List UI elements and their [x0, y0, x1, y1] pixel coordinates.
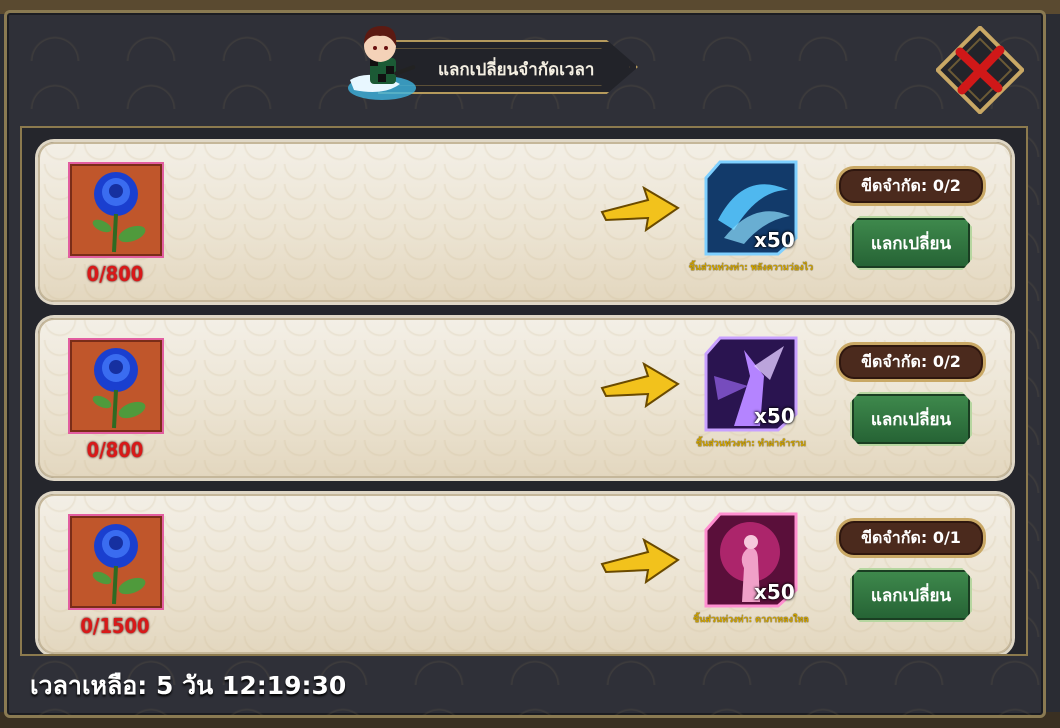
exchange-button[interactable]: แลกเปลี่ยน: [850, 216, 972, 270]
arrow-right-icon: [600, 538, 680, 584]
cost-count: 0/800: [86, 438, 144, 462]
header-title: แลกเปลี่ยนจำกัดเวลา: [438, 60, 595, 80]
exchange-button[interactable]: แลกเปลี่ยน: [850, 568, 972, 622]
exchange-row: 0/800 x50 ชิ้นส่วนท่วงท่า: ทำผ่าคำราม ขี…: [38, 318, 1012, 478]
exchange-row: 0/800 x50 ชิ้นส่วนท่วงท่า: พลังความว่องไ…: [38, 142, 1012, 302]
arrow-right-icon: [600, 186, 680, 232]
cost-count: 0/1500: [80, 614, 150, 638]
time-remaining: เวลาเหลือ: 5 วัน 12:19:30: [30, 671, 347, 700]
blue-rose-icon: [68, 514, 164, 610]
character-chibi-icon: [348, 26, 416, 100]
exchange-button[interactable]: แลกเปลี่ยน: [850, 392, 972, 446]
header: แลกเปลี่ยนจำกัดเวลา: [340, 26, 656, 100]
arrow-right-icon: [600, 362, 680, 408]
reward-quantity: x50: [754, 404, 795, 428]
reward-name: ชิ้นส่วนท่วงท่า: พลังความว่องไว: [688, 263, 814, 273]
exchange-list[interactable]: 0/800 x50 ชิ้นส่วนท่วงท่า: พลังความว่องไ…: [20, 126, 1028, 656]
limit-badge: ขีดจำกัด: 0/1: [836, 518, 986, 558]
cost-count: 0/800: [86, 262, 144, 286]
exchange-row: 0/1500 x50 ชิ้นส่วนท่วงท่า: ดาภาหลงใหล ข…: [38, 494, 1012, 654]
close-button[interactable]: [934, 24, 1026, 116]
close-x-icon: [934, 24, 1026, 116]
reward-name: ชิ้นส่วนท่วงท่า: ทำผ่าคำราม: [695, 439, 807, 449]
limit-badge: ขีดจำกัด: 0/2: [836, 342, 986, 382]
reward-quantity: x50: [754, 580, 795, 604]
reward-quantity: x50: [754, 228, 795, 252]
reward-name: ชิ้นส่วนท่วงท่า: ดาภาหลงใหล: [693, 615, 809, 625]
blue-rose-icon: [68, 162, 164, 258]
blue-rose-icon: [68, 338, 164, 434]
limit-badge: ขีดจำกัด: 0/2: [836, 166, 986, 206]
